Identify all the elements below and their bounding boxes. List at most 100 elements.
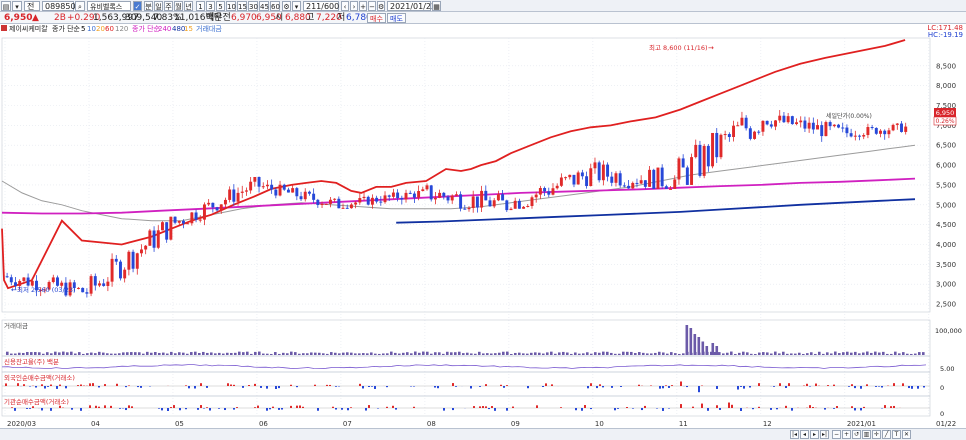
crosshair-icon[interactable]: ✛ <box>872 430 881 439</box>
minute-button-45[interactable]: 45 <box>259 1 269 11</box>
minute-button-3[interactable]: 3 <box>206 1 215 11</box>
y-tick-label: 6,500 <box>936 142 956 150</box>
gear-icon[interactable]: ⚙ <box>282 1 291 11</box>
amount-bar <box>258 351 261 355</box>
freq-tick-button[interactable]: ✓ <box>133 1 142 11</box>
buy-button[interactable]: 매수 <box>367 13 386 23</box>
freq-button-minute[interactable]: 분 <box>144 1 153 11</box>
candle-body <box>774 120 778 127</box>
date-field[interactable]: 2021/01/22 <box>387 1 436 11</box>
candle-body <box>816 125 819 130</box>
chart-area[interactable]: 2,500 3,000 3,500 4,000 4,500 5,000 5,500 6,000… <box>0 24 966 428</box>
stock-name-field[interactable]: 유비벨록스 <box>87 1 131 11</box>
net-buy-bar <box>278 408 280 410</box>
current-price: 6,950 <box>4 13 33 23</box>
net-buy-bar <box>638 384 640 386</box>
amount-bar <box>62 351 65 355</box>
minute-button-60[interactable]: 60 <box>270 1 280 11</box>
amount-bar <box>102 352 105 355</box>
minute-button-15[interactable]: 15 <box>237 1 247 11</box>
net-buy-bar <box>290 384 292 386</box>
first-icon[interactable]: |◂ <box>790 430 799 439</box>
candle-body <box>22 277 26 281</box>
candle-body <box>828 122 832 127</box>
draw-icon[interactable]: ╱ <box>882 430 891 439</box>
net-buy-bar <box>170 407 172 408</box>
mid-annotation: 세일단가(0.00%) <box>826 112 872 120</box>
x-tick-label: 01/22 <box>936 420 956 428</box>
amount-bar <box>606 351 609 355</box>
zoom-out-icon[interactable]: − <box>832 430 841 439</box>
amount-bar <box>318 352 321 355</box>
net-buy-bar <box>299 405 301 408</box>
candle-body <box>421 189 425 191</box>
minute-button-1[interactable]: 1 <box>196 1 205 11</box>
net-buy-bar <box>860 386 862 389</box>
bar-count-field[interactable]: 211/600 <box>303 1 339 11</box>
candle-body <box>77 287 80 289</box>
amount-bar <box>90 352 93 355</box>
candle-body <box>706 145 710 167</box>
minute-button-5[interactable]: 5 <box>216 1 225 11</box>
candle-body <box>341 207 345 209</box>
net-buy-bar <box>242 386 244 388</box>
y-axis-labels: 2,500 3,000 3,500 4,000 4,500 5,000 5,500 6,000… <box>936 62 956 308</box>
amount-bar <box>918 352 921 355</box>
candle-body <box>278 184 282 196</box>
prev-icon[interactable]: ◂ <box>800 430 809 439</box>
sell-button[interactable]: 매도 <box>387 13 406 23</box>
y-tick-label: 5,500 <box>936 181 956 189</box>
last-icon[interactable]: ▸| <box>820 430 829 439</box>
market-select[interactable]: 전 <box>24 1 40 11</box>
net-buy-bar <box>50 384 52 386</box>
high-annotation: 최고 8,600 (11/16) <box>649 43 708 52</box>
freq-button-week[interactable]: 주 <box>164 1 173 11</box>
net-buy-bar <box>692 406 694 408</box>
reset-icon[interactable]: ↺ <box>852 430 861 439</box>
freq-button-month[interactable]: 월 <box>174 1 183 11</box>
candle-body <box>345 207 349 209</box>
minute-button-10[interactable]: 10 <box>226 1 236 11</box>
y-tick-label: 5,000 <box>936 201 956 209</box>
net-buy-bar <box>866 384 868 386</box>
calendar-icon[interactable]: ▦ <box>432 1 441 11</box>
amount-bar <box>582 353 585 355</box>
menu-icon[interactable]: ▤ <box>1 1 11 11</box>
stock-code-input[interactable]: 089850 <box>42 1 76 11</box>
candle-body <box>727 134 731 138</box>
chevron-down-icon[interactable]: ▾ <box>12 1 22 11</box>
next-icon[interactable]: ▸ <box>810 430 819 439</box>
zoom-in-icon[interactable]: + <box>842 430 851 439</box>
amount-bar <box>550 351 553 355</box>
decrement-icon[interactable]: ‹ <box>341 1 349 11</box>
zoom-out-icon[interactable]: − <box>368 1 376 11</box>
net-buy-bar <box>413 406 415 408</box>
settings-icon[interactable]: ⚙ <box>377 1 385 11</box>
amount-bar <box>854 351 857 355</box>
legend-ma60: 60 <box>105 25 114 33</box>
candle-body <box>858 135 861 137</box>
minute-button-30[interactable]: 30 <box>248 1 258 11</box>
x-tick-label: 10 <box>595 420 604 428</box>
net-buy-bar <box>233 384 235 386</box>
candle-body <box>597 162 601 181</box>
text-icon[interactable]: T <box>892 430 901 439</box>
candle-body <box>618 173 622 186</box>
chart-type-icon[interactable]: ▥ <box>862 430 871 439</box>
search-icon[interactable]: ⌕ <box>75 1 85 11</box>
candle-body <box>589 168 593 187</box>
low-annotation: 최저 2,560 (03/23) <box>17 285 76 294</box>
amount-bar <box>70 351 73 355</box>
candle-body <box>312 193 316 200</box>
increment-icon[interactable]: › <box>350 1 358 11</box>
freq-button-year[interactable]: 년 <box>184 1 193 11</box>
candle-body <box>270 184 274 190</box>
net-buy-bar <box>545 383 547 386</box>
zoom-in-icon[interactable]: + <box>359 1 367 11</box>
amount-bar <box>406 352 409 355</box>
freq-button-day[interactable]: 일 <box>154 1 163 11</box>
sub-panel-frame <box>1 371 931 397</box>
erase-icon[interactable]: ✕ <box>902 430 911 439</box>
amount-bar <box>38 352 41 355</box>
chevron-down-icon[interactable]: ▾ <box>292 1 301 11</box>
